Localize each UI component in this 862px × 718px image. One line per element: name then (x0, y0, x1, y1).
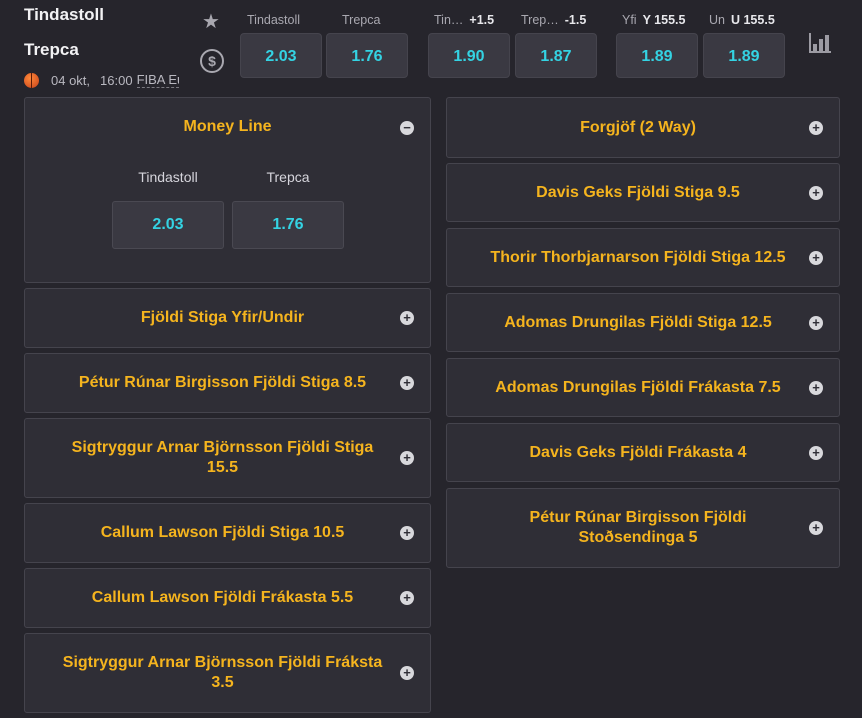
header-market-name: Trepca (342, 13, 381, 27)
market-title: Adomas Drungilas Fjöldi Stiga 12.5 (504, 313, 772, 331)
header-market-line: U 155.5 (730, 13, 775, 27)
market-card[interactable]: Adomas Drungilas Fjöldi Frákasta 7.5 + (446, 358, 840, 417)
market-title: Davis Geks Fjöldi Frákasta 4 (529, 443, 747, 461)
market-title: Callum Lawson Fjöldi Frákasta 5.5 (91, 589, 354, 606)
odd-button[interactable]: 1.76 (326, 33, 408, 78)
market-title: Thorir Thorbjarnarson Fjöldi Stiga 12.5 (490, 248, 786, 266)
market-card[interactable]: Callum Lawson Fjöldi Frákasta 5.5 + (24, 568, 431, 628)
market-title: Pétur Rúnar Birgisson Fjöldi Stiga 8.5 (78, 374, 367, 391)
header-market-name: Un (709, 13, 725, 27)
market-card[interactable]: Callum Lawson Fjöldi Stiga 10.5 + (24, 503, 431, 563)
star-icon[interactable]: ★ (199, 10, 223, 34)
dollar-icon[interactable]: $ (200, 49, 224, 73)
market-card[interactable]: Davis Geks Fjöldi Stiga 9.5 + (446, 163, 840, 222)
header-market-label: Tin… +1.5 (434, 13, 494, 27)
expand-icon[interactable]: + (809, 186, 823, 200)
market-card[interactable]: Davis Geks Fjöldi Frákasta 4 + (446, 423, 840, 482)
market-card[interactable]: Forgjöf (2 Way) + (446, 97, 840, 158)
market-card[interactable]: Fjöldi Stiga Yfir/Undir + (24, 288, 431, 348)
money-line-odd-button[interactable]: 1.76 (232, 201, 344, 249)
match-header: Tindastoll Trepca 04 okt, 16:00 FIBA Eu … (0, 0, 862, 96)
expand-icon[interactable]: + (809, 316, 823, 330)
match-date: 04 okt, (51, 72, 91, 88)
expand-icon[interactable]: + (809, 446, 823, 460)
market-title: Sigtryggur Arnar Björnsson Fjöldi Stiga … (71, 439, 374, 476)
odd-button[interactable]: 1.89 (703, 33, 785, 78)
market-title: Fjöldi Stiga Yfir/Undir (140, 309, 305, 326)
team1-name[interactable]: Tindastoll (24, 5, 104, 25)
money-line-title[interactable]: Money Line (25, 118, 430, 136)
expand-icon[interactable]: + (809, 521, 823, 535)
header-market-name: Yfi (622, 13, 637, 27)
collapse-icon[interactable]: − (400, 121, 414, 135)
header-market-name: Trep… (521, 13, 559, 27)
market-title: Adomas Drungilas Fjöldi Frákasta 7.5 (495, 378, 781, 396)
market-title: Pétur Rúnar Birgisson Fjöldi Stoðsending… (529, 509, 747, 546)
basketball-icon (24, 72, 39, 88)
expand-icon[interactable]: + (400, 526, 414, 540)
market-card[interactable]: Thorir Thorbjarnarson Fjöldi Stiga 12.5 … (446, 228, 840, 287)
market-title: Davis Geks Fjöldi Stiga 9.5 (536, 183, 740, 201)
expand-icon[interactable]: + (809, 121, 823, 135)
market-title: Sigtryggur Arnar Björnsson Fjöldi Frákst… (62, 654, 383, 691)
match-time: 16:00 (100, 72, 133, 88)
header-market-label: Trep… -1.5 (521, 13, 586, 27)
money-line-card: Money Line − Tindastoll Trepca 2.03 1.76 (24, 97, 431, 283)
market-card[interactable]: Sigtryggur Arnar Björnsson Fjöldi Stiga … (24, 418, 431, 498)
market-card[interactable]: Pétur Rúnar Birgisson Fjöldi Stiga 8.5 + (24, 353, 431, 413)
header-market-label: Yfi Y 155.5 (622, 13, 685, 27)
expand-icon[interactable]: + (809, 381, 823, 395)
expand-icon[interactable]: + (400, 376, 414, 390)
money-line-option-label: Tindastoll (138, 169, 198, 185)
header-market-line: +1.5 (469, 13, 495, 27)
match-meta: 04 okt, 16:00 FIBA Eu (24, 72, 179, 88)
expand-icon[interactable]: + (400, 666, 414, 680)
odd-button[interactable]: 1.89 (616, 33, 698, 78)
odd-button[interactable]: 1.90 (428, 33, 510, 78)
money-line-odd-button[interactable]: 2.03 (112, 201, 224, 249)
market-card[interactable]: Sigtryggur Arnar Björnsson Fjöldi Frákst… (24, 633, 431, 713)
header-market-line: -1.5 (564, 13, 587, 27)
market-title: Forgjöf (2 Way) (580, 118, 696, 136)
odd-button[interactable]: 2.03 (240, 33, 322, 78)
market-title: Callum Lawson Fjöldi Stiga 10.5 (100, 524, 345, 541)
header-market-line: Y 155.5 (642, 13, 686, 27)
market-card[interactable]: Adomas Drungilas Fjöldi Stiga 12.5 + (446, 293, 840, 352)
expand-icon[interactable]: + (400, 311, 414, 325)
header-market-label: Un U 155.5 (709, 13, 775, 27)
team2-name[interactable]: Trepca (24, 40, 79, 60)
market-card[interactable]: Pétur Rúnar Birgisson Fjöldi Stoðsending… (446, 488, 840, 568)
league-name[interactable]: FIBA Eu (136, 72, 179, 88)
odd-button[interactable]: 1.87 (515, 33, 597, 78)
money-line-option-label: Trepca (266, 169, 310, 185)
expand-icon[interactable]: + (400, 591, 414, 605)
header-market-name: Tindastoll (247, 13, 301, 27)
expand-icon[interactable]: + (400, 451, 414, 465)
bar-chart-icon[interactable] (809, 33, 831, 53)
header-market-name: Tin… (434, 13, 464, 27)
expand-icon[interactable]: + (809, 251, 823, 265)
